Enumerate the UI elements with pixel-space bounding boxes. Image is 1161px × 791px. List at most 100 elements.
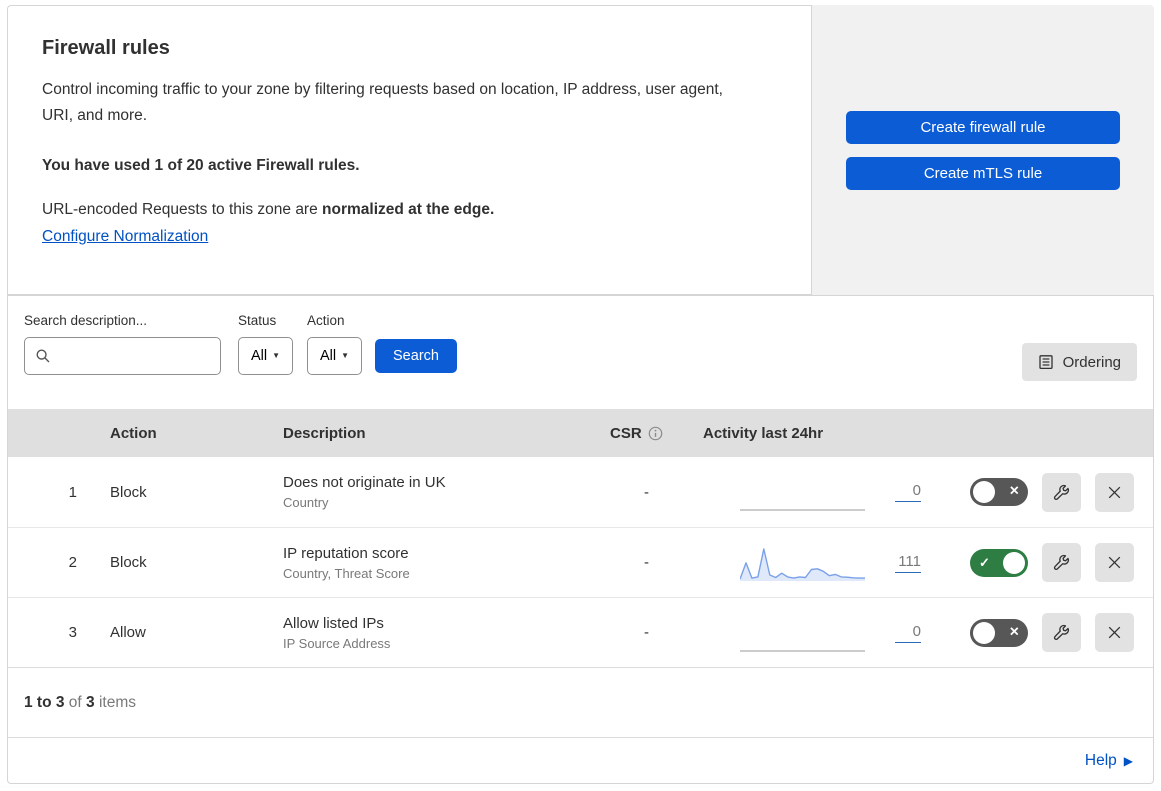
chevron-down-icon: ▼ [341, 351, 350, 360]
item-total: 3 [86, 693, 95, 711]
x-icon: × [1009, 623, 1019, 641]
action-column-header: Action [110, 424, 157, 442]
configure-normalization-link[interactable]: Configure Normalization [42, 228, 208, 246]
activity-count-link[interactable]: 0 [895, 482, 921, 502]
activity-sparkline [740, 544, 865, 582]
rule-criteria: Country [283, 495, 329, 510]
help-link[interactable]: Help ▶ [1085, 752, 1133, 770]
activity-sparkline [740, 473, 865, 511]
rule-priority: 3 [68, 624, 77, 641]
rule-controls-cell: ✓ × [970, 543, 1153, 582]
action-dropdown-value: All [319, 348, 337, 364]
rule-criteria: IP Source Address [283, 635, 391, 651]
x-icon: × [1009, 482, 1019, 500]
rule-priority: 2 [68, 554, 77, 571]
status-label: Status [238, 313, 277, 328]
status-filter-group: Status All ▼ [238, 313, 293, 375]
cta-panel: Create firewall rule Create mTLS rule [812, 5, 1154, 295]
normalization-text: URL-encoded Requests to this zone are [42, 201, 323, 219]
activity-count-link[interactable]: 111 [895, 553, 921, 573]
rule-description: Allow listed IPs [283, 614, 384, 632]
rule-action: Block [110, 554, 147, 571]
edit-rule-button[interactable] [1042, 472, 1081, 512]
rule-description-cell: Allow listed IPs IP Source Address [283, 615, 610, 651]
table-row: 3 Allow Allow listed IPs IP Source Addre… [8, 597, 1153, 667]
rule-controls-cell: ✓ × [970, 613, 1153, 652]
rule-action: Allow [110, 624, 146, 641]
wrench-icon [1053, 554, 1070, 571]
rule-description: Does not originate in UK [283, 474, 446, 491]
edit-rule-button[interactable] [1042, 543, 1081, 582]
rule-activity-cell: 0 [703, 614, 970, 652]
description-column-header: Description [283, 424, 366, 442]
rule-activity-cell: 111 [703, 544, 970, 582]
csr-value: - [644, 624, 649, 641]
rule-enabled-toggle[interactable]: ✓ × [970, 478, 1028, 506]
items-text: items [94, 693, 136, 711]
close-icon [1106, 624, 1123, 641]
search-label: Search description... [24, 313, 148, 328]
table-row: 2 Block IP reputation score Country, Thr… [8, 527, 1153, 597]
pagination-summary: 1 to 3 of 3 items [8, 667, 1153, 737]
toggle-knob [973, 621, 995, 644]
ordering-button[interactable]: Ordering [1021, 343, 1137, 381]
status-dropdown-value: All [250, 348, 268, 364]
normalization-bold: normalized at the edge. [322, 201, 495, 219]
create-firewall-rule-button[interactable]: Create firewall rule [846, 110, 1120, 144]
rule-controls-cell: ✓ × [970, 472, 1153, 512]
arrow-right-icon: ▶ [1123, 753, 1133, 768]
table-header: Action Description CSR Activity last 24h… [8, 409, 1153, 457]
info-icon[interactable] [648, 426, 663, 441]
action-filter-group: Action All ▼ [307, 313, 362, 375]
item-range: 1 to 3 [24, 693, 65, 711]
list-document-icon [1038, 354, 1054, 370]
help-link-label: Help [1084, 751, 1117, 769]
rules-list-card: Search description... Status All ▼ Actio… [7, 295, 1154, 784]
search-input[interactable] [57, 348, 220, 364]
help-bar: Help ▶ [8, 737, 1153, 783]
check-icon: ✓ [979, 554, 990, 570]
action-label: Action [307, 313, 345, 328]
table-row: 1 Block Does not originate in UK Country… [8, 457, 1153, 527]
filter-bar: Search description... Status All ▼ Actio… [8, 296, 1153, 409]
csr-value: - [644, 554, 649, 571]
csr-header-label: CSR [610, 424, 642, 442]
wrench-icon [1053, 484, 1070, 501]
rule-csr-cell: - [610, 554, 703, 571]
search-button[interactable]: Search [375, 339, 457, 373]
page-title: Firewall rules [42, 37, 170, 59]
usage-summary: You have used 1 of 20 active Firewall ru… [42, 157, 360, 175]
rule-csr-cell: - [610, 624, 703, 641]
firewall-rules-page: Firewall rules Control incoming traffic … [0, 0, 1161, 784]
status-dropdown[interactable]: All ▼ [238, 337, 293, 375]
search-box [24, 337, 221, 375]
rule-activity-cell: 0 [703, 473, 970, 511]
action-dropdown[interactable]: All ▼ [307, 337, 362, 375]
delete-rule-button[interactable] [1095, 472, 1134, 512]
edit-rule-button[interactable] [1042, 613, 1081, 652]
csr-column-header: CSR [610, 425, 703, 442]
create-mtls-rule-button[interactable]: Create mTLS rule [846, 156, 1120, 190]
close-icon [1106, 484, 1123, 501]
rule-criteria: Country, Threat Score [283, 565, 410, 581]
rule-enabled-toggle[interactable]: ✓ × [970, 548, 1028, 577]
top-section: Firewall rules Control incoming traffic … [7, 5, 1154, 295]
rule-priority: 1 [68, 483, 77, 501]
of-text: of [64, 693, 87, 711]
wrench-icon [1053, 624, 1070, 641]
page-description: Control incoming traffic to your zone by… [42, 81, 723, 125]
activity-column-header: Activity last 24hr [703, 424, 824, 442]
delete-rule-button[interactable] [1095, 613, 1134, 652]
rule-action: Block [110, 483, 147, 501]
ordering-button-label: Ordering [1062, 353, 1121, 371]
delete-rule-button[interactable] [1095, 543, 1134, 582]
chevron-down-icon: ▼ [272, 351, 281, 360]
search-icon [35, 348, 51, 364]
rule-description-cell: IP reputation score Country, Threat Scor… [283, 545, 610, 581]
activity-count-link[interactable]: 0 [895, 623, 921, 643]
rule-csr-cell: - [610, 484, 703, 501]
toggle-knob [1003, 551, 1025, 574]
rule-description-cell: Does not originate in UK Country [283, 474, 610, 510]
rule-enabled-toggle[interactable]: ✓ × [970, 618, 1028, 647]
search-group: Search description... [24, 313, 221, 375]
